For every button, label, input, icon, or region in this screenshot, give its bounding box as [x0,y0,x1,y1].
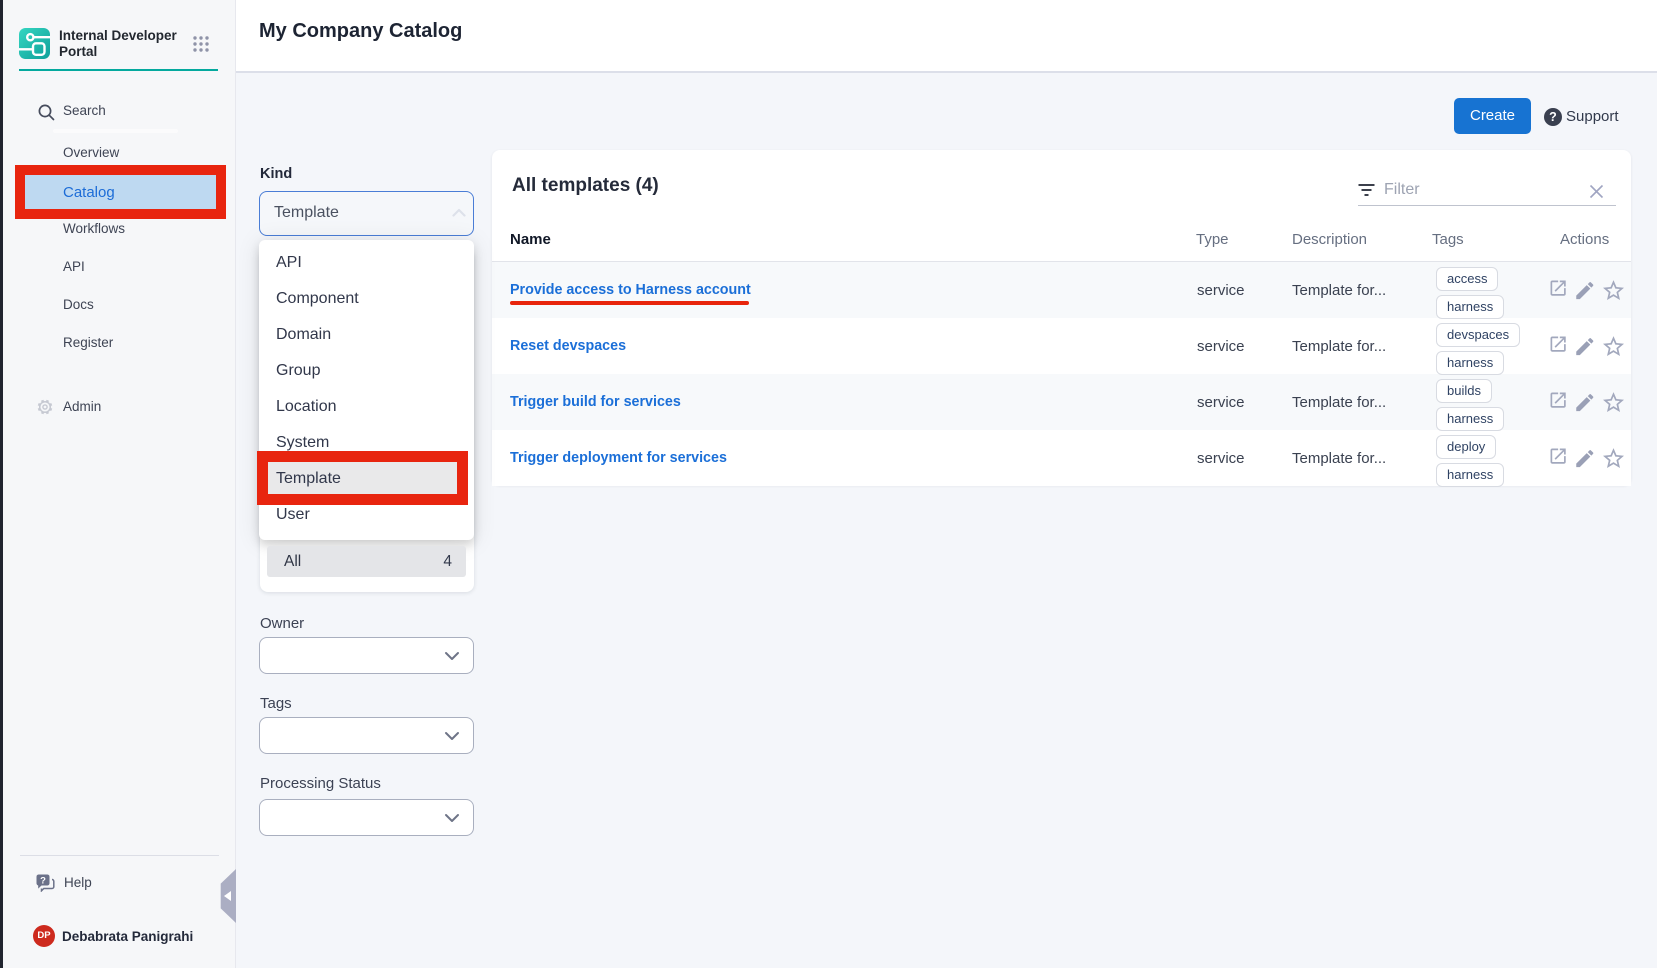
svg-text:?: ? [40,875,46,886]
